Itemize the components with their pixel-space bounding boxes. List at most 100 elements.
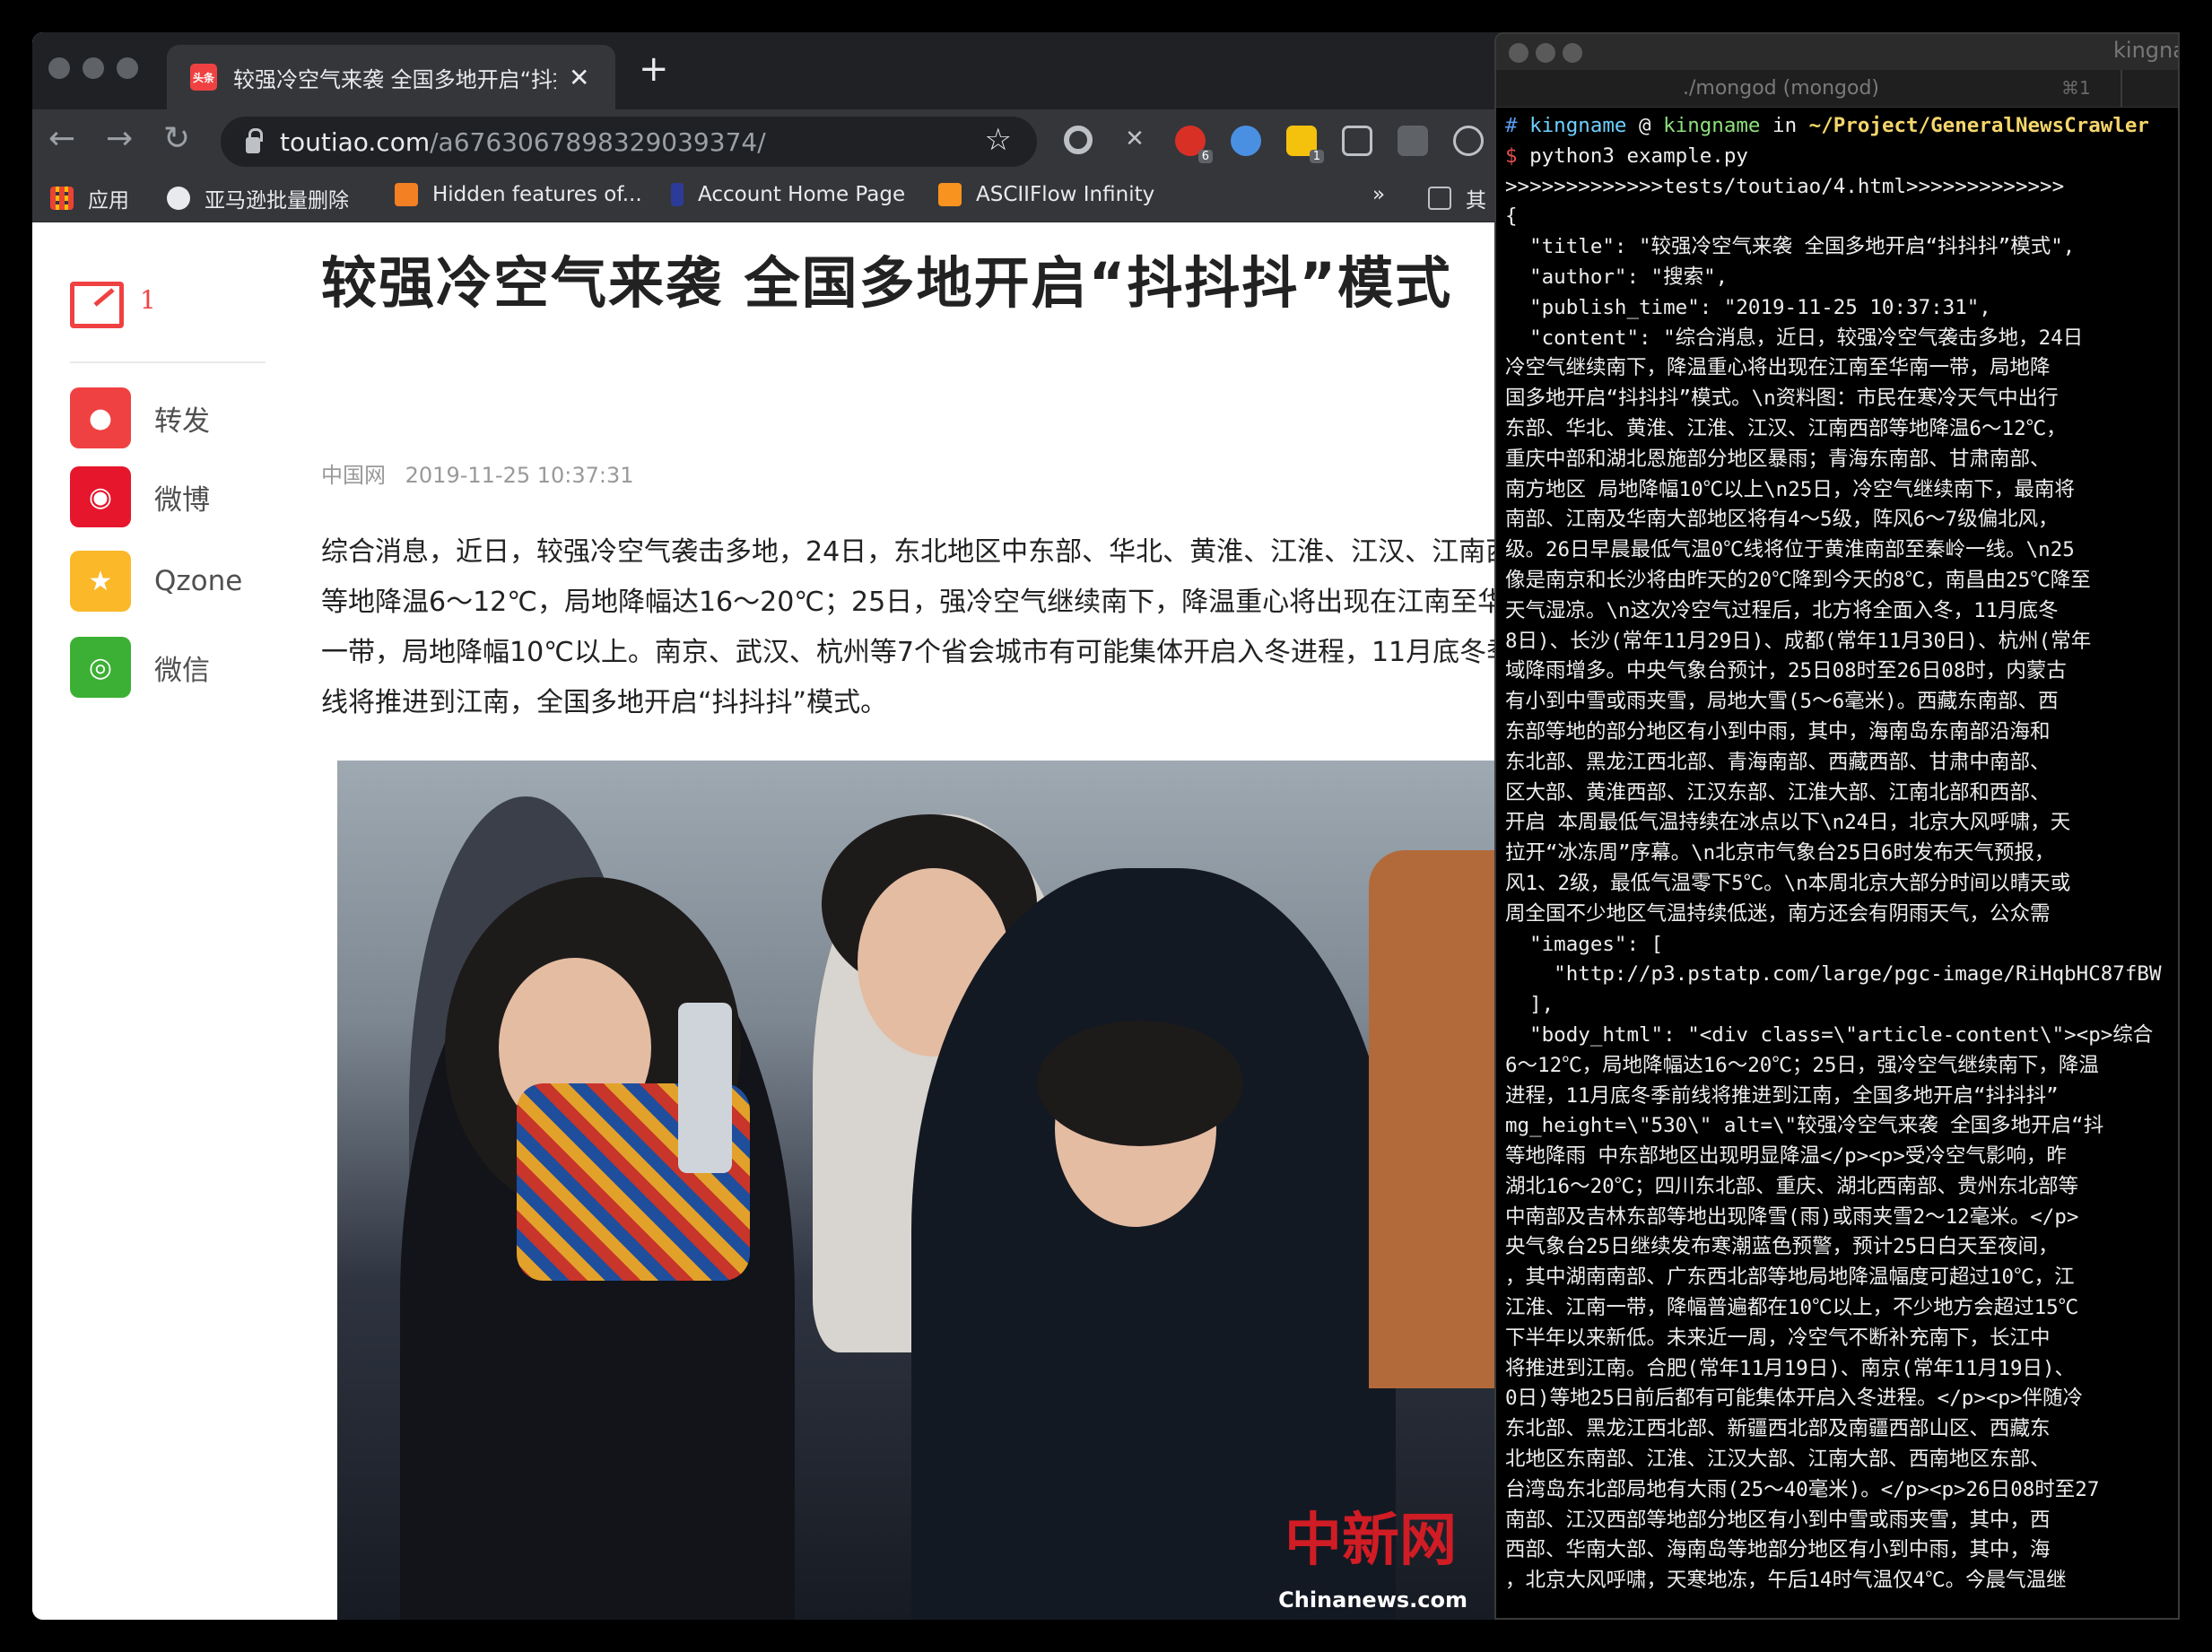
terminal-output-line: 有小到中雪或雨夹雪，局地大雪(5～6毫米)。西藏东南部、西: [1505, 690, 2059, 714]
terminal-output-line: 西部、华南大部、海南岛等地部分地区有小到中雨，其中，海: [1505, 1538, 2051, 1562]
terminal-tab-bar: ./mongod (mongod) ⌘1: [1496, 70, 2178, 108]
terminal-tab-mongod[interactable]: ./mongod (mongod): [1683, 77, 1879, 100]
terminal-output-line: mg_height=\"530\" alt=\"较强冷空气来袭 全国多地开启“抖: [1505, 1114, 2104, 1138]
terminal-output-line: 像是南京和长沙将由昨天的20℃降到今天的8℃，南昌由25℃降至: [1505, 568, 2091, 592]
browser-window: 头条 较强冷空气来袭 全国多地开启“抖抖抖”模式 ✕ + ← → ↻ touti…: [32, 32, 1557, 1620]
terminal-output-line: 8日)、长沙(常年11月29日)、成都(常年11月30日)、杭州(常年: [1505, 629, 2092, 653]
terminal-titlebar: kingname: [1496, 34, 2178, 70]
address-bar[interactable]: toutiao.com/a6763067898329039374/ ☆: [221, 117, 1037, 167]
prompt-in: in: [1772, 114, 1798, 137]
comment-icon[interactable]: [70, 282, 124, 328]
terminal-output-line: 北地区东南部、江淮、江汉大部、江南大部、西南地区东部、: [1505, 1448, 2051, 1472]
glasses-extension-icon[interactable]: [1342, 126, 1372, 156]
window-close-light[interactable]: [48, 57, 70, 79]
forward-arrow-icon[interactable]: →: [106, 120, 133, 157]
prompt-dir: ~/Project/GeneralNewsCrawler: [1808, 114, 2149, 137]
terminal-window-title: kingname: [2113, 38, 2178, 63]
bookmark-hidden-features[interactable]: Hidden features of...: [395, 183, 642, 206]
terminal-output-line: 台湾岛东北部局地有大雨(25～40毫米)。</p><p>26日08时至27: [1505, 1477, 2100, 1501]
speech-bubble-icon: ●: [70, 387, 131, 448]
bookmark-asciiflow[interactable]: ASCIIFlow Infinity: [938, 183, 1154, 206]
extension-badge: 1: [1309, 150, 1324, 163]
lock-icon[interactable]: [246, 128, 263, 153]
article-photo[interactable]: 中新网 Chinanews.com: [337, 761, 1521, 1620]
share-label: 微博: [154, 483, 210, 517]
article-page: 1 ● 转发 ◉ 微博 ★ Qzone ◎ 微信 较强冷空气来袭 全国多地开启“…: [32, 222, 1557, 1620]
window-zoom-light[interactable]: [117, 57, 138, 79]
share-qzone-button[interactable]: ★ Qzone: [70, 551, 303, 612]
tab-close-icon[interactable]: ✕: [569, 63, 589, 92]
prompt-hash: #: [1505, 114, 1518, 137]
share-weibo-button[interactable]: ◉ 微博: [70, 466, 303, 527]
terminal-output-line: 周全国不少地区气温持续低迷，南方还会有阴雨天气，公众需: [1505, 901, 2051, 926]
toutiao-favicon-icon: 头条: [190, 64, 217, 91]
window-zoom-light[interactable]: [1563, 43, 1582, 63]
apps-grid-icon: [50, 187, 74, 210]
blue-extension-icon[interactable]: [1231, 126, 1261, 156]
bookmarks-overflow-chevron-icon[interactable]: »: [1372, 183, 1385, 206]
reload-icon[interactable]: ↻: [163, 120, 190, 157]
terminal-output-line: 级。26日早晨最低气温0℃线将位于黄淮南部至秦岭一线。\n25: [1505, 538, 2075, 562]
new-tab-icon[interactable]: +: [639, 48, 669, 90]
prompt-line: # kingname @ kingname in ~/Project/Gener…: [1505, 111, 2178, 142]
share-wechat-button[interactable]: ◎ 微信: [70, 637, 303, 698]
browser-tab-active[interactable]: 头条 较强冷空气来袭 全国多地开启“抖抖抖”模式 ✕: [167, 45, 615, 109]
terminal-output-line: >>>>>>>>>>>>>tests/toutiao/4.html>>>>>>>…: [1505, 174, 2065, 198]
terminal-window: kingname ./mongod (mongod) ⌘1 # kingname…: [1494, 32, 2180, 1620]
bookmark-account-home[interactable]: Account Home Page: [671, 183, 905, 206]
extension-badge: 6: [1197, 150, 1213, 163]
photo-watermark-cn: 中新网: [1285, 1507, 1457, 1574]
terminal-output-line: "title": "较强冷空气来袭 全国多地开启“抖抖抖”模式",: [1505, 235, 2076, 259]
bookmark-icon: [671, 183, 684, 206]
terminal-output[interactable]: # kingname @ kingname in ~/Project/Gener…: [1505, 111, 2178, 1596]
terminal-output-line: 南部、江南及华南大部地区将有4～5级，阵风6～7级偏北风，: [1505, 508, 2059, 532]
comment-count[interactable]: 1: [140, 285, 156, 315]
bookmark-amazon-delete[interactable]: 亚马逊批量删除: [167, 183, 349, 213]
stackoverflow-icon: [395, 183, 418, 206]
terminal-tab-shortcut: ⌘1: [2061, 77, 2091, 99]
article-body: 综合消息，近日，较强冷空气袭击多地，24日，东北地区中东部、华北、黄淮、江淮、江…: [321, 536, 1541, 718]
terminal-output-line: 0日)等地25日前后都有可能集体开启入冬进程。</p><p>伴随冷: [1505, 1387, 2084, 1411]
terminal-output-line: 开启 本周最低气温持续在冰点以下\n24日，北京大风呼啸，天: [1505, 811, 2071, 835]
terminal-output-line: 湖北16～20℃；四川东北部、重庆、湖北西南部、贵州东北部等: [1505, 1174, 2079, 1198]
red-extension-icon[interactable]: 6: [1175, 126, 1213, 163]
command-text: python3 example.py: [1529, 143, 1748, 168]
circle-extension-icon[interactable]: [1064, 126, 1093, 154]
prompt-host: kingname: [1663, 114, 1761, 137]
terminal-output-line: "author": "搜索",: [1505, 265, 1729, 289]
terminal-output-line: 等地降雨 中东部地区出现明显降温</p><p>受冷空气影响，昨: [1505, 1144, 2067, 1169]
terminal-output-line: "body_html": "<div class=\"article-conte…: [1505, 1022, 2154, 1047]
yellow-extension-icon[interactable]: 1: [1286, 126, 1324, 163]
share-label: 转发: [154, 404, 210, 438]
grey-extension-icon[interactable]: [1398, 126, 1428, 156]
wechat-icon: ◎: [70, 637, 131, 698]
article-source[interactable]: 中国网: [321, 463, 386, 488]
terminal-output-line: 中南部及吉林东部等地出现降雪(雨)或雨夹雪2～12毫米。</p>: [1505, 1204, 2079, 1229]
window-close-light[interactable]: [1509, 43, 1528, 63]
bookmark-apps[interactable]: 应用: [50, 183, 129, 213]
bookmark-folder[interactable]: 其: [1428, 183, 1486, 213]
terminal-output-line: ],: [1505, 993, 1554, 1017]
prompt-user: kingname: [1529, 114, 1627, 137]
terminal-output-line: 东北部、黑龙江西北部、新疆西北部及南疆西部山区、西藏东: [1505, 1417, 2051, 1441]
terminal-output-line: 6～12℃，局地降幅达16～20℃；25日，强冷空气继续南下，降温: [1505, 1053, 2099, 1077]
profile-extension-icon[interactable]: [1453, 126, 1484, 156]
terminal-output-line: ，北京大风呼啸，天寒地冻，午后14时气温仅4℃。今晨气温继: [1505, 1569, 2067, 1593]
terminal-output-line: 天气湿凉。\n这次冷空气过程后，北方将全面入冬，11月底冬: [1505, 598, 2059, 622]
terminal-output-line: 进程，11月底冬季前线将推进到江南，全国多地开启“抖抖抖”: [1505, 1083, 2059, 1108]
share-repost-button[interactable]: ● 转发: [70, 387, 303, 448]
window-minimize-light[interactable]: [83, 57, 104, 79]
x-extension-icon[interactable]: ✕: [1119, 126, 1150, 156]
terminal-output-line: 冷空气继续南下，降温重心将出现在江南至华南一带，局地降: [1505, 356, 2051, 380]
back-arrow-icon[interactable]: ←: [48, 120, 75, 157]
globe-icon: [167, 187, 190, 210]
prompt-at: @: [1639, 114, 1651, 137]
tab-strip: 头条 较强冷空气来袭 全国多地开启“抖抖抖”模式 ✕ +: [32, 32, 1557, 109]
weibo-icon: ◉: [70, 466, 131, 527]
terminal-output-line: 东部等地的部分地区有小到中雨，其中，海南岛东南部沿海和: [1505, 719, 2051, 743]
bookmark-star-icon[interactable]: ☆: [985, 122, 1012, 158]
terminal-output-line: ，其中湖南南部、广东西北部等地局地降温幅度可超过10℃，江: [1505, 1265, 2075, 1290]
window-minimize-light[interactable]: [1536, 43, 1555, 63]
tab-title: 较强冷空气来袭 全国多地开启“抖抖抖”模式: [233, 66, 556, 92]
article-publish-time: 2019-11-25 10:37:31: [405, 463, 634, 488]
